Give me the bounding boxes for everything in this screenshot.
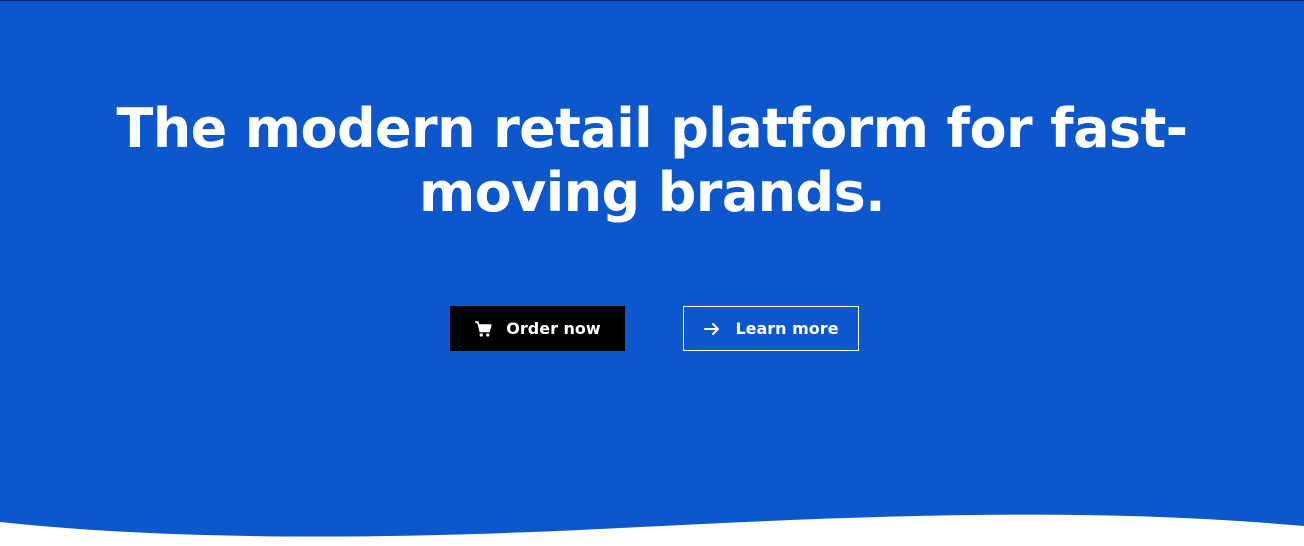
shopping-cart-icon [474, 320, 492, 338]
order-now-button[interactable]: Order now [450, 306, 625, 351]
hero-wave-divider [0, 514, 1304, 546]
learn-more-button[interactable]: Learn more [683, 306, 859, 351]
order-now-label: Order now [506, 319, 601, 338]
hero-section: The modern retail platform for fast- mov… [0, 0, 1304, 546]
hero-headline: The modern retail platform for fast- mov… [0, 97, 1304, 225]
hero-headline-line-2: moving brands. [418, 161, 886, 224]
arrow-right-icon [703, 320, 721, 338]
hero-headline-line-1: The modern retail platform for fast- [116, 97, 1189, 160]
learn-more-label: Learn more [735, 319, 839, 338]
